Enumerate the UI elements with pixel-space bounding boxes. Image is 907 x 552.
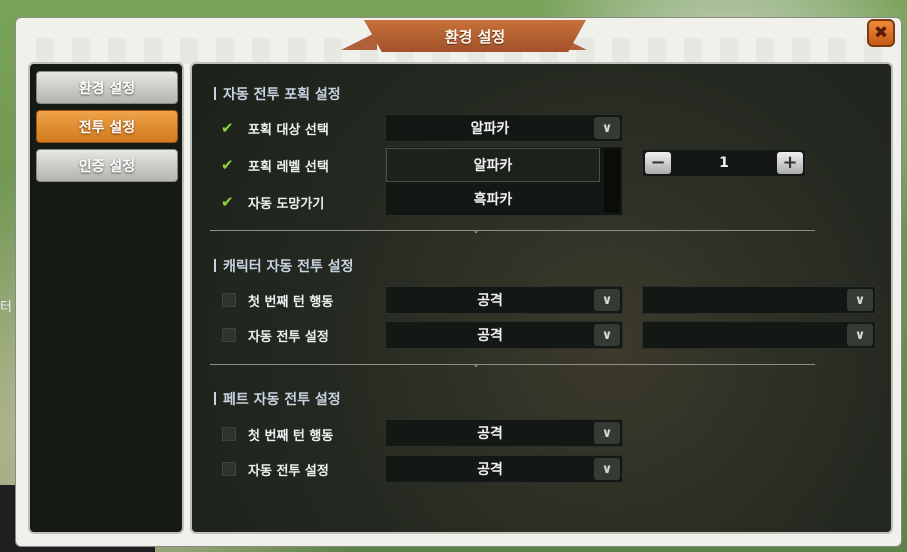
window-title: 환경 설정	[444, 27, 506, 46]
chevron-down-icon[interactable]: ∨	[594, 422, 620, 444]
chevron-down-icon[interactable]: ∨	[847, 324, 873, 346]
close-button[interactable]: ✖	[867, 19, 895, 47]
pet-auto-battle-value: 공격	[477, 462, 503, 478]
section-divider	[210, 364, 815, 365]
character-first-turn-target-select[interactable]: ∨	[642, 286, 876, 314]
chevron-down-icon[interactable]: ∨	[847, 289, 873, 311]
divider-chevron-icon: ⌄	[472, 226, 480, 235]
section-title-auto-capture: 자동 전투 포획 설정	[214, 84, 341, 104]
capture-level-value: 1	[719, 155, 729, 171]
chevron-down-icon[interactable]: ∨	[594, 289, 620, 311]
character-first-turn-label: 첫 번째 턴 행동	[248, 295, 334, 310]
pet-first-turn-value: 공격	[477, 426, 503, 442]
pet-first-turn-label: 첫 번째 턴 행동	[248, 429, 334, 444]
capture-target-value: 알파카	[470, 121, 510, 137]
checkmark-icon[interactable]: ✔	[221, 195, 235, 210]
capture-target-select[interactable]: 알파카 ∨	[385, 114, 623, 142]
pet-auto-battle-select[interactable]: 공격 ∨	[385, 455, 623, 483]
auto-flee-label: 자동 도망가기	[248, 197, 325, 212]
capture-level-label: 포획 레벨 선택	[248, 160, 329, 175]
dropdown-scrollbar[interactable]	[604, 149, 620, 213]
minus-button[interactable]: −	[645, 152, 671, 174]
settings-sidebar: 환경 설정 전투 설정 인증 설정	[28, 62, 184, 534]
character-auto-battle-value: 공격	[477, 328, 503, 344]
sidebar-item-label: 환경 설정	[78, 80, 136, 97]
character-first-turn-value: 공격	[477, 293, 503, 309]
character-first-turn-select[interactable]: 공격 ∨	[385, 286, 623, 314]
plus-button[interactable]: +	[777, 152, 803, 174]
section-divider	[210, 230, 815, 231]
sidebar-item-label: 전투 설정	[78, 119, 136, 136]
character-auto-battle-label: 자동 전투 설정	[248, 330, 329, 345]
sidebar-item-label: 인증 설정	[78, 158, 136, 175]
chevron-down-icon[interactable]: ∨	[594, 458, 620, 480]
capture-level-stepper: − 1 +	[642, 149, 806, 177]
section-title-pet-auto-battle: 페트 자동 전투 설정	[214, 389, 341, 409]
pet-first-turn-select[interactable]: 공격 ∨	[385, 419, 623, 447]
character-auto-battle-target-select[interactable]: ∨	[642, 321, 876, 349]
dropdown-option[interactable]: 흑파카	[386, 182, 600, 216]
checkbox[interactable]	[222, 427, 236, 441]
checkbox[interactable]	[222, 462, 236, 476]
checkmark-icon[interactable]: ✔	[221, 158, 235, 173]
sidebar-item-battle-settings[interactable]: 전투 설정	[36, 110, 178, 143]
checkbox[interactable]	[222, 293, 236, 307]
sidebar-item-auth-settings[interactable]: 인증 설정	[36, 149, 178, 182]
chevron-down-icon[interactable]: ∨	[594, 324, 620, 346]
checkbox[interactable]	[222, 328, 236, 342]
window-title-banner: 환경 설정	[364, 20, 586, 52]
sidebar-item-general-settings[interactable]: 환경 설정	[36, 71, 178, 104]
section-title-character-auto-battle: 캐릭터 자동 전투 설정	[214, 256, 354, 276]
world-text: 터	[0, 300, 12, 315]
pet-auto-battle-label: 자동 전투 설정	[248, 464, 329, 479]
dropdown-option[interactable]: 알파카	[386, 148, 600, 182]
close-x-icon: ✖	[873, 23, 889, 43]
character-auto-battle-select[interactable]: 공격 ∨	[385, 321, 623, 349]
chevron-down-icon[interactable]: ∨	[594, 117, 620, 139]
capture-target-dropdown-list: 알파카 흑파카	[385, 146, 623, 216]
divider-chevron-icon: ⌄	[472, 360, 480, 369]
capture-target-label: 포획 대상 선택	[248, 123, 329, 138]
checkmark-icon[interactable]: ✔	[221, 121, 235, 136]
